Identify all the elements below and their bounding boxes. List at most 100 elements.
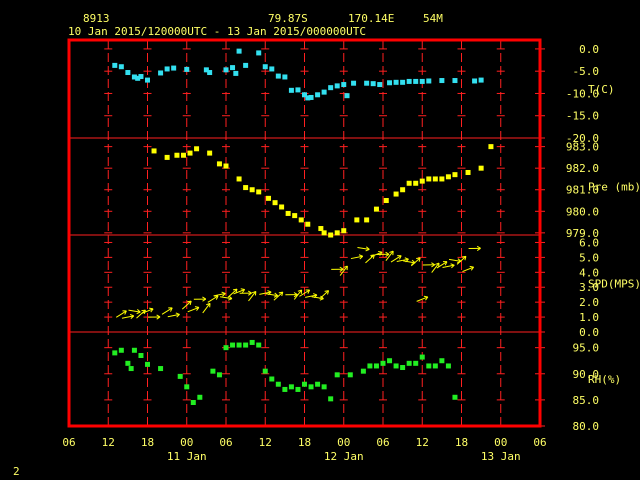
pressure-point <box>488 144 494 150</box>
y-tick-label: 95.0 <box>573 342 600 355</box>
humidity-point <box>295 386 301 392</box>
temperature-point <box>387 80 393 86</box>
wind-arrow-head <box>228 298 233 301</box>
pressure-point <box>432 176 438 182</box>
humidity-point <box>190 400 196 405</box>
pressure-point <box>151 148 157 154</box>
temperature-point <box>158 70 164 76</box>
temperature-point <box>288 87 294 93</box>
humidity-point <box>419 354 425 360</box>
pressure-point <box>216 161 222 167</box>
meteogram-chart: 8913 79.87S 170.14E 54M 10 Jan 2015/1200… <box>13 12 640 478</box>
pressure-point <box>194 146 200 152</box>
humidity-point <box>128 366 134 372</box>
temperature-point <box>275 73 281 79</box>
pressure-point <box>413 180 419 186</box>
wind-arrow-head <box>278 291 283 294</box>
x-tick-label: 00 <box>180 436 193 449</box>
wind-arrow-head <box>461 255 467 258</box>
x-tick-label: 06 <box>219 436 232 449</box>
temperature-point <box>230 65 236 71</box>
humidity-point <box>262 368 268 374</box>
wind-arrow-head <box>175 312 180 315</box>
elevation: 54M <box>423 12 443 25</box>
temperature-point <box>262 64 268 70</box>
pressure-point <box>164 154 170 160</box>
pressure-point <box>445 174 451 180</box>
temperature-point <box>426 78 432 84</box>
pressure-point <box>439 176 445 182</box>
temperature-point <box>344 93 350 99</box>
temperature-point <box>295 87 301 93</box>
humidity-point <box>223 345 229 351</box>
humidity-point <box>439 358 445 364</box>
pressure-point <box>207 150 213 156</box>
humidity-point <box>334 372 340 378</box>
pressure-point <box>465 169 471 175</box>
pressure-point <box>272 200 278 206</box>
y-tick-label: 85.0 <box>573 394 600 407</box>
humidity-point <box>328 396 334 402</box>
humidity-point <box>367 363 373 369</box>
temperature-point <box>164 66 170 72</box>
x-tick-label: 12 <box>102 436 115 449</box>
wind-arrow-head <box>324 290 329 292</box>
humidity-point <box>230 342 236 348</box>
wind-arrow-head <box>416 257 421 260</box>
x-tick-label: 18 <box>141 436 154 449</box>
wind-arrow-head <box>450 263 455 266</box>
temperature-point <box>419 78 425 84</box>
y-tick-label: 982.0 <box>566 162 599 175</box>
temperature-point <box>439 78 445 84</box>
wind-arrow-head <box>194 306 199 308</box>
humidity-point <box>347 372 353 378</box>
humidity-point <box>112 350 118 356</box>
pressure-point <box>419 178 425 184</box>
humidity-point <box>302 381 307 387</box>
y-tick-label: 80.0 <box>573 420 600 433</box>
date-label: 12 Jan <box>324 450 364 463</box>
wind-arrow-head <box>404 257 409 260</box>
pressure-point <box>318 226 324 232</box>
x-tick-label: 18 <box>455 436 468 449</box>
x-tick-label: 00 <box>494 436 507 449</box>
temperature-point <box>321 89 327 95</box>
humidity-point <box>138 353 144 358</box>
temperature-point <box>452 78 458 84</box>
pressure-point <box>478 165 484 171</box>
data-marks <box>112 48 494 405</box>
y-tick-label: 0.0 <box>579 326 599 339</box>
pressure-point <box>354 217 360 223</box>
temperature-point <box>334 83 340 89</box>
humidity-point <box>125 360 131 366</box>
temperature-point <box>472 78 478 84</box>
temperature-point <box>377 82 383 88</box>
pressure-point <box>266 195 272 201</box>
panel-ylabel: T(C) <box>588 83 615 96</box>
x-tick-label: 12 <box>416 436 429 449</box>
temperature-point <box>351 80 357 86</box>
y-tick-label: 1.0 <box>579 311 599 324</box>
panel-ylabel: RH(%) <box>588 373 621 386</box>
temperature-point <box>125 70 131 76</box>
humidity-point <box>360 368 366 374</box>
wind-arrow-head <box>358 254 363 257</box>
humidity-point <box>445 363 451 369</box>
humidity-point <box>118 347 124 353</box>
wind-arrow <box>410 257 421 267</box>
wind-arrow-head <box>232 288 238 291</box>
wind-arrow-head <box>378 250 383 253</box>
wind-arrow-head <box>313 293 318 296</box>
y-tick-label: -5.0 <box>573 65 600 78</box>
temperature-point <box>308 94 314 100</box>
humidity-point <box>158 366 164 372</box>
humidity-point <box>380 360 386 366</box>
pressure-point <box>393 191 399 197</box>
pressure-point <box>298 217 304 223</box>
temperature-point <box>478 77 484 83</box>
wind-arrow-head <box>267 290 272 293</box>
pressure-point <box>426 176 432 182</box>
humidity-point <box>400 365 406 371</box>
time-range: 10 Jan 2015/120000UTC - 13 Jan 2015/0000… <box>68 25 366 38</box>
pressure-point <box>341 228 347 234</box>
